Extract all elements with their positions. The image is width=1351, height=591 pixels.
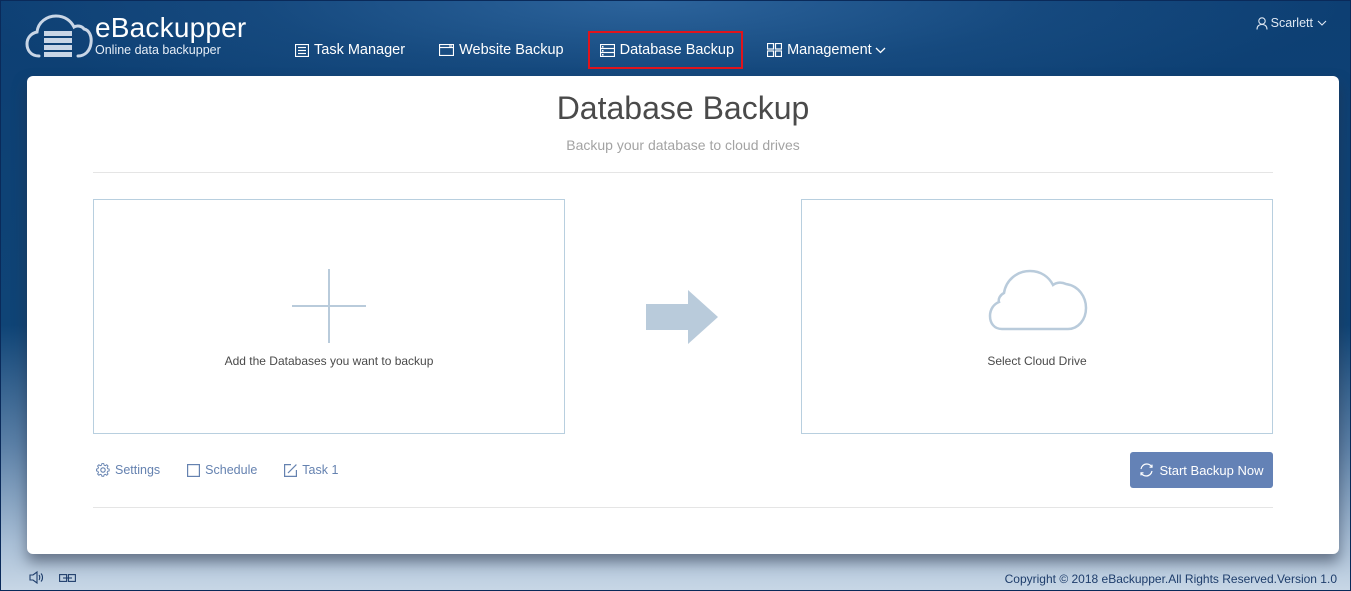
task-name-label: Task 1 — [302, 463, 339, 477]
nav-database-backup[interactable]: Database Backup — [587, 31, 744, 69]
nav-website-backup[interactable]: Website Backup — [429, 31, 574, 69]
app-name: eBackupper — [95, 12, 247, 43]
bottom-divider — [93, 507, 1273, 508]
start-backup-button[interactable]: Start Backup Now — [1130, 452, 1273, 488]
user-menu[interactable]: Scarlett — [1256, 16, 1330, 30]
add-database-panel[interactable]: Add the Databases you want to backup — [93, 199, 565, 434]
chevron-down-icon — [875, 47, 886, 53]
list-icon — [295, 43, 309, 57]
start-backup-label: Start Backup Now — [1159, 462, 1264, 478]
page-title: Database Backup — [556, 90, 810, 126]
cloud-server-logo-icon — [25, 14, 93, 58]
app-logo: eBackupper Online data backupper — [25, 13, 246, 59]
database-icon — [599, 43, 615, 57]
main-nav: Task Manager Website Backup Database Bac… — [285, 31, 910, 69]
cloud-icon — [988, 269, 1088, 331]
link-icon[interactable] — [59, 573, 76, 583]
plus-icon — [292, 269, 366, 343]
chevron-down-icon — [1317, 20, 1327, 26]
grid-icon — [767, 43, 783, 57]
task-name-edit[interactable]: Task 1 — [284, 463, 338, 477]
app-tagline: Online data backupper — [95, 43, 221, 57]
user-name: Scarlett — [1270, 16, 1313, 30]
nav-task-manager[interactable]: Task Manager — [285, 31, 415, 69]
copyright-text: Copyright © 2018 eBackupper.All Rights R… — [1004, 572, 1337, 586]
browser-window-icon — [439, 44, 455, 56]
settings-label: Settings — [115, 463, 161, 477]
nav-management[interactable]: Management — [757, 31, 896, 69]
footer-icons — [29, 571, 90, 584]
top-divider — [93, 172, 1273, 173]
checkbox-icon — [187, 463, 201, 477]
user-icon — [1256, 16, 1268, 30]
nav-task-manager-label: Task Manager — [314, 42, 406, 58]
schedule-checkbox[interactable]: Schedule — [187, 463, 257, 477]
nav-website-backup-label: Website Backup — [459, 42, 564, 58]
nav-management-label: Management — [787, 42, 872, 58]
nav-database-backup-label: Database Backup — [619, 42, 735, 58]
edit-icon — [284, 463, 298, 477]
add-database-label: Add the Databases you want to backup — [224, 354, 434, 368]
gear-icon — [96, 463, 110, 477]
schedule-label: Schedule — [205, 463, 258, 477]
speaker-icon[interactable] — [29, 571, 45, 584]
refresh-icon — [1140, 463, 1154, 477]
settings-link[interactable]: Settings — [96, 463, 160, 477]
task-options: Settings Schedule Task 1 — [96, 463, 365, 477]
arrow-right-icon — [646, 290, 718, 344]
select-cloud-drive-panel[interactable]: Select Cloud Drive — [801, 199, 1273, 434]
page-subtitle: Backup your database to cloud drives — [566, 137, 800, 153]
main-card: Database Backup Backup your database to … — [27, 76, 1339, 554]
select-cloud-drive-label: Select Cloud Drive — [987, 354, 1087, 368]
